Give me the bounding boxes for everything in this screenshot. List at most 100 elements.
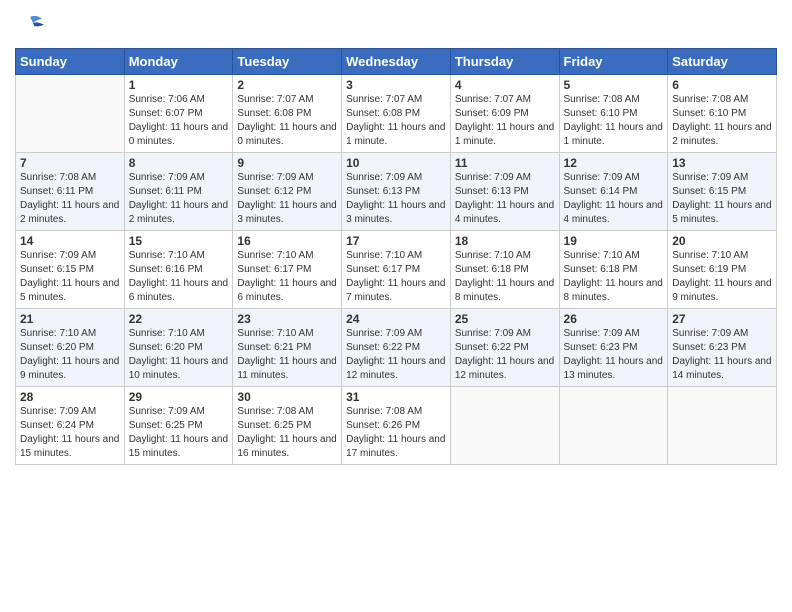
calendar-day-cell: 17Sunrise: 7:10 AMSunset: 6:17 PMDayligh… [342, 231, 451, 309]
calendar-day-cell: 26Sunrise: 7:09 AMSunset: 6:23 PMDayligh… [559, 309, 668, 387]
calendar-week-row: 14Sunrise: 7:09 AMSunset: 6:15 PMDayligh… [16, 231, 777, 309]
calendar-day-cell: 16Sunrise: 7:10 AMSunset: 6:17 PMDayligh… [233, 231, 342, 309]
day-info: Sunrise: 7:08 AMSunset: 6:10 PMDaylight:… [564, 93, 664, 149]
header-day-tuesday: Tuesday [233, 49, 342, 75]
day-number: 21 [20, 312, 120, 326]
day-info: Sunrise: 7:10 AMSunset: 6:18 PMDaylight:… [564, 249, 664, 305]
calendar-day-cell: 1Sunrise: 7:06 AMSunset: 6:07 PMDaylight… [124, 75, 233, 153]
day-info: Sunrise: 7:10 AMSunset: 6:16 PMDaylight:… [129, 249, 229, 305]
day-number: 3 [346, 78, 446, 92]
day-info: Sunrise: 7:09 AMSunset: 6:23 PMDaylight:… [672, 327, 772, 383]
day-number: 27 [672, 312, 772, 326]
calendar-day-cell: 22Sunrise: 7:10 AMSunset: 6:20 PMDayligh… [124, 309, 233, 387]
day-info: Sunrise: 7:09 AMSunset: 6:12 PMDaylight:… [237, 171, 337, 227]
calendar-header-row: SundayMondayTuesdayWednesdayThursdayFrid… [16, 49, 777, 75]
day-number: 24 [346, 312, 446, 326]
day-number: 6 [672, 78, 772, 92]
header-day-sunday: Sunday [16, 49, 125, 75]
calendar-week-row: 1Sunrise: 7:06 AMSunset: 6:07 PMDaylight… [16, 75, 777, 153]
day-info: Sunrise: 7:07 AMSunset: 6:09 PMDaylight:… [455, 93, 555, 149]
calendar-day-cell: 30Sunrise: 7:08 AMSunset: 6:25 PMDayligh… [233, 387, 342, 465]
day-number: 13 [672, 156, 772, 170]
calendar-day-cell: 27Sunrise: 7:09 AMSunset: 6:23 PMDayligh… [668, 309, 777, 387]
calendar-week-row: 7Sunrise: 7:08 AMSunset: 6:11 PMDaylight… [16, 153, 777, 231]
day-number: 1 [129, 78, 229, 92]
day-number: 5 [564, 78, 664, 92]
day-info: Sunrise: 7:08 AMSunset: 6:26 PMDaylight:… [346, 405, 446, 461]
calendar-day-cell: 20Sunrise: 7:10 AMSunset: 6:19 PMDayligh… [668, 231, 777, 309]
calendar-day-cell: 21Sunrise: 7:10 AMSunset: 6:20 PMDayligh… [16, 309, 125, 387]
day-info: Sunrise: 7:10 AMSunset: 6:20 PMDaylight:… [129, 327, 229, 383]
day-number: 26 [564, 312, 664, 326]
day-info: Sunrise: 7:09 AMSunset: 6:22 PMDaylight:… [346, 327, 446, 383]
day-info: Sunrise: 7:10 AMSunset: 6:21 PMDaylight:… [237, 327, 337, 383]
day-info: Sunrise: 7:09 AMSunset: 6:14 PMDaylight:… [564, 171, 664, 227]
calendar-week-row: 28Sunrise: 7:09 AMSunset: 6:24 PMDayligh… [16, 387, 777, 465]
day-info: Sunrise: 7:09 AMSunset: 6:13 PMDaylight:… [346, 171, 446, 227]
calendar-day-cell: 8Sunrise: 7:09 AMSunset: 6:11 PMDaylight… [124, 153, 233, 231]
day-info: Sunrise: 7:07 AMSunset: 6:08 PMDaylight:… [237, 93, 337, 149]
day-number: 12 [564, 156, 664, 170]
day-number: 2 [237, 78, 337, 92]
day-info: Sunrise: 7:10 AMSunset: 6:18 PMDaylight:… [455, 249, 555, 305]
day-info: Sunrise: 7:09 AMSunset: 6:13 PMDaylight:… [455, 171, 555, 227]
header-day-monday: Monday [124, 49, 233, 75]
calendar-day-cell: 24Sunrise: 7:09 AMSunset: 6:22 PMDayligh… [342, 309, 451, 387]
day-info: Sunrise: 7:07 AMSunset: 6:08 PMDaylight:… [346, 93, 446, 149]
calendar-day-cell: 4Sunrise: 7:07 AMSunset: 6:09 PMDaylight… [450, 75, 559, 153]
day-info: Sunrise: 7:09 AMSunset: 6:22 PMDaylight:… [455, 327, 555, 383]
day-number: 7 [20, 156, 120, 170]
day-info: Sunrise: 7:08 AMSunset: 6:10 PMDaylight:… [672, 93, 772, 149]
calendar-day-cell [668, 387, 777, 465]
day-info: Sunrise: 7:10 AMSunset: 6:17 PMDaylight:… [346, 249, 446, 305]
day-number: 8 [129, 156, 229, 170]
logo-bird-icon [15, 14, 45, 32]
day-number: 28 [20, 390, 120, 404]
calendar-day-cell: 12Sunrise: 7:09 AMSunset: 6:14 PMDayligh… [559, 153, 668, 231]
day-number: 18 [455, 234, 555, 248]
day-number: 9 [237, 156, 337, 170]
calendar-day-cell: 31Sunrise: 7:08 AMSunset: 6:26 PMDayligh… [342, 387, 451, 465]
day-number: 16 [237, 234, 337, 248]
day-info: Sunrise: 7:09 AMSunset: 6:15 PMDaylight:… [672, 171, 772, 227]
day-number: 20 [672, 234, 772, 248]
calendar-day-cell: 10Sunrise: 7:09 AMSunset: 6:13 PMDayligh… [342, 153, 451, 231]
page-header [15, 10, 777, 40]
calendar-week-row: 21Sunrise: 7:10 AMSunset: 6:20 PMDayligh… [16, 309, 777, 387]
calendar-day-cell: 14Sunrise: 7:09 AMSunset: 6:15 PMDayligh… [16, 231, 125, 309]
calendar-day-cell: 11Sunrise: 7:09 AMSunset: 6:13 PMDayligh… [450, 153, 559, 231]
day-info: Sunrise: 7:10 AMSunset: 6:17 PMDaylight:… [237, 249, 337, 305]
day-number: 4 [455, 78, 555, 92]
day-number: 10 [346, 156, 446, 170]
calendar-day-cell [16, 75, 125, 153]
day-number: 15 [129, 234, 229, 248]
calendar-body: 1Sunrise: 7:06 AMSunset: 6:07 PMDaylight… [16, 75, 777, 465]
calendar-day-cell: 23Sunrise: 7:10 AMSunset: 6:21 PMDayligh… [233, 309, 342, 387]
day-number: 23 [237, 312, 337, 326]
day-info: Sunrise: 7:10 AMSunset: 6:20 PMDaylight:… [20, 327, 120, 383]
calendar-day-cell: 29Sunrise: 7:09 AMSunset: 6:25 PMDayligh… [124, 387, 233, 465]
day-info: Sunrise: 7:09 AMSunset: 6:24 PMDaylight:… [20, 405, 120, 461]
calendar-day-cell: 15Sunrise: 7:10 AMSunset: 6:16 PMDayligh… [124, 231, 233, 309]
day-info: Sunrise: 7:09 AMSunset: 6:11 PMDaylight:… [129, 171, 229, 227]
calendar-day-cell: 9Sunrise: 7:09 AMSunset: 6:12 PMDaylight… [233, 153, 342, 231]
calendar-day-cell: 6Sunrise: 7:08 AMSunset: 6:10 PMDaylight… [668, 75, 777, 153]
header-day-friday: Friday [559, 49, 668, 75]
day-number: 22 [129, 312, 229, 326]
calendar-table: SundayMondayTuesdayWednesdayThursdayFrid… [15, 48, 777, 465]
day-info: Sunrise: 7:08 AMSunset: 6:11 PMDaylight:… [20, 171, 120, 227]
calendar-day-cell: 13Sunrise: 7:09 AMSunset: 6:15 PMDayligh… [668, 153, 777, 231]
day-info: Sunrise: 7:09 AMSunset: 6:15 PMDaylight:… [20, 249, 120, 305]
calendar-day-cell [559, 387, 668, 465]
day-number: 14 [20, 234, 120, 248]
header-day-wednesday: Wednesday [342, 49, 451, 75]
day-number: 17 [346, 234, 446, 248]
calendar-day-cell: 3Sunrise: 7:07 AMSunset: 6:08 PMDaylight… [342, 75, 451, 153]
day-info: Sunrise: 7:09 AMSunset: 6:23 PMDaylight:… [564, 327, 664, 383]
calendar-day-cell: 2Sunrise: 7:07 AMSunset: 6:08 PMDaylight… [233, 75, 342, 153]
day-number: 31 [346, 390, 446, 404]
day-info: Sunrise: 7:10 AMSunset: 6:19 PMDaylight:… [672, 249, 772, 305]
calendar-day-cell: 7Sunrise: 7:08 AMSunset: 6:11 PMDaylight… [16, 153, 125, 231]
header-day-saturday: Saturday [668, 49, 777, 75]
calendar-day-cell: 25Sunrise: 7:09 AMSunset: 6:22 PMDayligh… [450, 309, 559, 387]
